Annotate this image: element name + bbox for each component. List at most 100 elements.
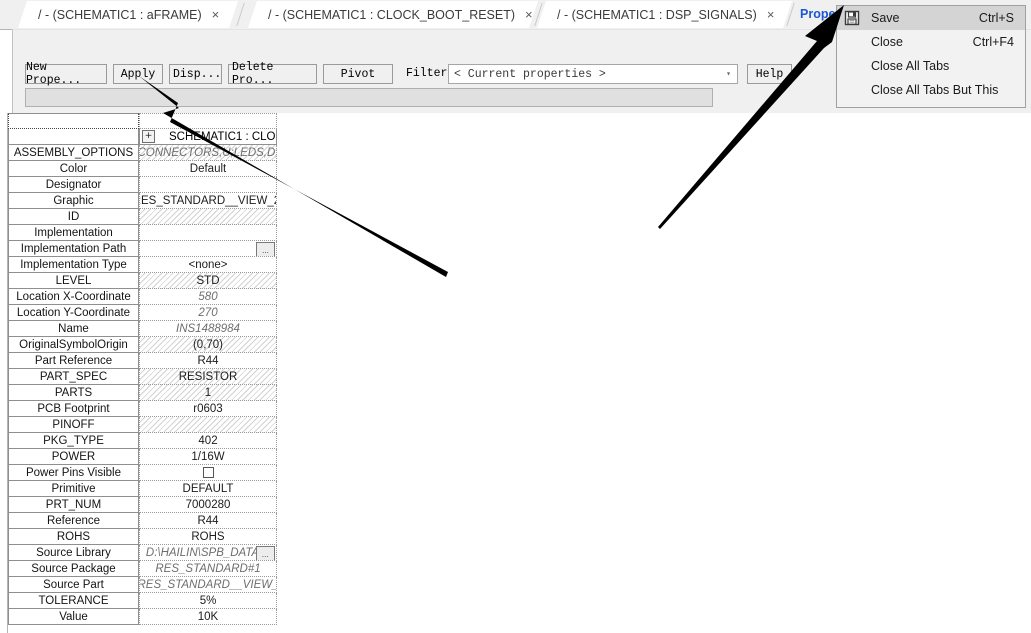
property-value-cell[interactable]: <none> xyxy=(139,257,277,273)
apply-button[interactable]: Apply xyxy=(113,64,163,84)
property-value-cell[interactable]: ROHS xyxy=(139,529,277,545)
property-value-cell[interactable] xyxy=(139,209,277,225)
property-name-cell[interactable]: Graphic xyxy=(8,193,139,209)
property-row[interactable]: Reference R44 xyxy=(8,513,277,529)
property-row[interactable] xyxy=(8,113,277,129)
property-name-cell[interactable]: PARTS xyxy=(8,385,139,401)
property-row[interactable]: Location Y-Coordinate 270 xyxy=(8,305,277,321)
property-row[interactable]: Name INS1488984 xyxy=(8,321,277,337)
property-row[interactable]: PART_SPEC RESISTOR xyxy=(8,369,277,385)
property-row[interactable]: Implementation Type <none> xyxy=(8,257,277,273)
property-row[interactable]: Primitive DEFAULT xyxy=(8,481,277,497)
property-name-cell[interactable]: Part Reference xyxy=(8,353,139,369)
property-row[interactable]: Graphic RES_STANDARD__VIEW_2. xyxy=(8,193,277,209)
help-button[interactable]: Help xyxy=(747,64,792,84)
property-name-cell[interactable]: Color xyxy=(8,161,139,177)
property-row[interactable]: Color Default xyxy=(8,161,277,177)
tab-schematic1-clock-boot-reset[interactable]: / - (SCHEMATIC1 : CLOCK_BOOT_RESET) × xyxy=(248,1,538,28)
browse-ellipsis-button[interactable]: ... xyxy=(256,242,275,256)
property-name-cell[interactable]: Implementation xyxy=(8,225,139,241)
property-value-cell[interactable]: R44 xyxy=(139,353,277,369)
property-row[interactable]: ROHS ROHS xyxy=(8,529,277,545)
expand-plus-icon[interactable]: + xyxy=(142,130,155,143)
property-value-cell[interactable]: 1 xyxy=(139,385,277,401)
property-name-cell[interactable]: TOLERANCE xyxy=(8,593,139,609)
filter-combobox[interactable]: < Current properties > ▾ xyxy=(448,64,738,84)
property-row[interactable]: OriginalSymbolOrigin (0,70) xyxy=(8,337,277,353)
property-value-cell[interactable] xyxy=(139,113,277,129)
property-name-cell[interactable]: PKG_TYPE xyxy=(8,433,139,449)
property-name-cell[interactable]: POWER xyxy=(8,449,139,465)
property-name-cell[interactable]: Source Part xyxy=(8,577,139,593)
property-row[interactable]: ASSEMBLY_OPTIONS CONNECTORS,U;LEDS,D; xyxy=(8,145,277,161)
property-name-cell[interactable]: ID xyxy=(8,209,139,225)
property-row[interactable]: Source Library D:\HAILIN\SPB_DATA\S... xyxy=(8,545,277,561)
tab-context-menu[interactable]: Save Ctrl+S Close Ctrl+F4 Close All Tabs… xyxy=(836,5,1026,108)
property-name-cell[interactable]: Name xyxy=(8,321,139,337)
property-value-field[interactable] xyxy=(25,88,713,107)
property-value-cell[interactable]: R44 xyxy=(139,513,277,529)
display-button[interactable]: Disp... xyxy=(169,64,222,84)
tab-close-icon[interactable]: × xyxy=(767,8,789,21)
property-name-cell[interactable]: PINOFF xyxy=(8,417,139,433)
property-row[interactable]: PRT_NUM 7000280 xyxy=(8,497,277,513)
browse-ellipsis-button[interactable]: ... xyxy=(256,546,275,560)
property-name-cell[interactable]: Value xyxy=(8,609,139,625)
tab-properties-active[interactable]: Prope xyxy=(800,0,835,28)
property-row[interactable]: Source Part RES_STANDARD__VIEW_ xyxy=(8,577,277,593)
property-value-cell[interactable]: 580 xyxy=(139,289,277,305)
property-row[interactable]: LEVEL STD xyxy=(8,273,277,289)
property-name-cell[interactable]: Location Y-Coordinate xyxy=(8,305,139,321)
property-row[interactable]: ID xyxy=(8,209,277,225)
delete-property-button[interactable]: Delete Pro... xyxy=(228,61,317,87)
property-value-cell[interactable]: CONNECTORS,U;LEDS,D; xyxy=(139,145,277,161)
property-value-cell[interactable]: RES_STANDARD__VIEW_2. xyxy=(139,193,277,209)
property-name-cell[interactable]: Implementation Path xyxy=(8,241,139,257)
property-row[interactable]: Part Reference R44 xyxy=(8,353,277,369)
property-value-cell[interactable]: INS1488984 xyxy=(139,321,277,337)
property-row[interactable]: Implementation xyxy=(8,225,277,241)
tab-close-icon[interactable]: × xyxy=(212,8,234,21)
property-name-cell[interactable]: PART_SPEC xyxy=(8,369,139,385)
property-name-cell[interactable]: ASSEMBLY_OPTIONS xyxy=(8,145,139,161)
property-name-cell[interactable] xyxy=(8,113,139,129)
new-property-button[interactable]: New Prope... xyxy=(25,61,107,87)
property-row[interactable]: PCB Footprint r0603 xyxy=(8,401,277,417)
property-name-cell[interactable]: LEVEL xyxy=(8,273,139,289)
context-menu-item-close-all-tabs-but-this[interactable]: Close All Tabs But This xyxy=(837,78,1025,102)
tab-schematic1-aframe[interactable]: / - (SCHEMATIC1 : aFRAME) × xyxy=(18,1,238,28)
property-name-cell[interactable]: OriginalSymbolOrigin xyxy=(8,337,139,353)
property-value-cell[interactable]: RESISTOR xyxy=(139,369,277,385)
property-row[interactable]: PINOFF xyxy=(8,417,277,433)
property-grid[interactable]: + SCHEMATIC1 : CLOC ASSEMBLY_OPTIONS CONNEC… xyxy=(8,113,277,625)
property-value-cell[interactable] xyxy=(139,225,277,241)
property-name-cell[interactable]: ROHS xyxy=(8,529,139,545)
property-name-cell[interactable]: Location X-Coordinate xyxy=(8,289,139,305)
property-value-cell[interactable]: 402 xyxy=(139,433,277,449)
property-name-cell[interactable]: Source Package xyxy=(8,561,139,577)
property-value-cell[interactable]: 10K xyxy=(139,609,277,625)
property-row[interactable]: POWER 1/16W xyxy=(8,449,277,465)
chevron-down-icon[interactable]: ▾ xyxy=(720,69,737,79)
property-name-cell[interactable]: Implementation Type xyxy=(8,257,139,273)
context-menu-item-save[interactable]: Save Ctrl+S xyxy=(837,6,1025,30)
property-value-cell[interactable]: 7000280 xyxy=(139,497,277,513)
property-value-cell[interactable]: 5% xyxy=(139,593,277,609)
property-name-cell[interactable]: PRT_NUM xyxy=(8,497,139,513)
power-pins-visible-checkbox[interactable] xyxy=(202,467,214,478)
property-row[interactable]: Value 10K xyxy=(8,609,277,625)
pivot-button[interactable]: Pivot xyxy=(323,64,393,84)
property-row[interactable]: TOLERANCE 5% xyxy=(8,593,277,609)
property-row[interactable]: Source Package RES_STANDARD#1 xyxy=(8,561,277,577)
property-name-cell[interactable]: Designator xyxy=(8,177,139,193)
property-value-cell[interactable]: 270 xyxy=(139,305,277,321)
property-value-cell[interactable]: r0603 xyxy=(139,401,277,417)
property-value-cell[interactable]: DEFAULT xyxy=(139,481,277,497)
property-grid-header-row[interactable]: + SCHEMATIC1 : CLOC xyxy=(8,129,277,145)
tab-schematic1-dsp-signals[interactable]: / - (SCHEMATIC1 : DSP_SIGNALS) × xyxy=(537,1,792,28)
property-value-cell[interactable]: RES_STANDARD#1 xyxy=(139,561,277,577)
property-name-cell[interactable]: Reference xyxy=(8,513,139,529)
property-value-cell[interactable]: 1/16W xyxy=(139,449,277,465)
property-value-cell[interactable]: STD xyxy=(139,273,277,289)
context-menu-item-close[interactable]: Close Ctrl+F4 xyxy=(837,30,1025,54)
